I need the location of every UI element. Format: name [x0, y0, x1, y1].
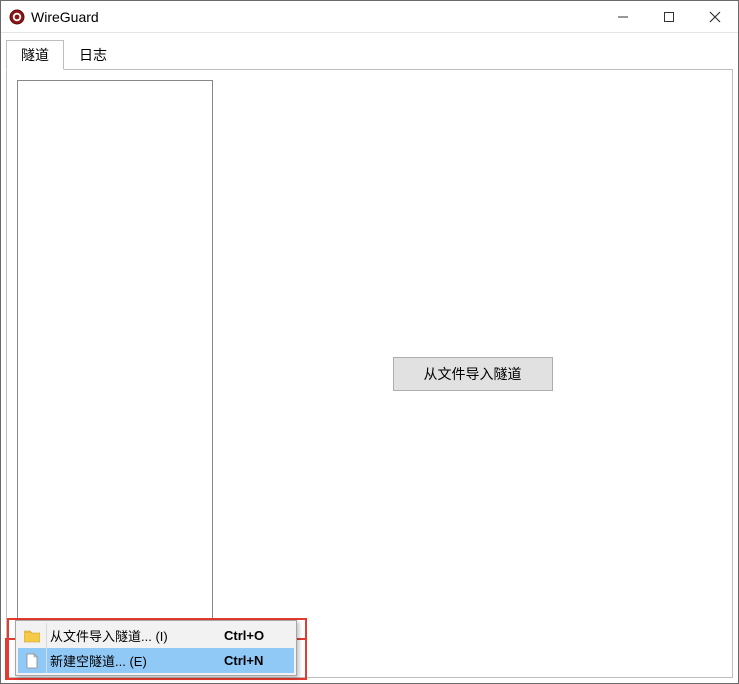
- menu-item-label: 新建空隧道... (E): [50, 651, 224, 670]
- folder-icon: [22, 626, 42, 646]
- tunnel-detail-pane: 从文件导入隧道: [223, 80, 722, 667]
- import-button-label: 从文件导入隧道: [424, 366, 522, 382]
- tab-tunnels[interactable]: 隧道: [6, 40, 64, 70]
- menu-import-from-file[interactable]: 从文件导入隧道... (I) Ctrl+O: [18, 623, 294, 648]
- menu-item-shortcut: Ctrl+N: [224, 653, 294, 668]
- tab-content: 从文件导入隧道 新建隧道: [6, 69, 733, 678]
- tab-logs[interactable]: 日志: [64, 40, 122, 70]
- titlebar: WireGuard: [1, 1, 738, 33]
- content-body: 从文件导入隧道: [7, 70, 732, 677]
- menu-gutter: [46, 623, 47, 673]
- app-icon: [9, 9, 25, 25]
- window-controls: [600, 1, 738, 32]
- menu-new-empty-tunnel[interactable]: 新建空隧道... (E) Ctrl+N: [18, 648, 294, 673]
- app-window: WireGuard 隧道 日志: [0, 0, 739, 684]
- tab-strip: 隧道 日志: [1, 33, 738, 69]
- close-icon: [709, 11, 721, 23]
- minimize-button[interactable]: [600, 1, 646, 32]
- tunnel-list[interactable]: [17, 80, 213, 667]
- maximize-button[interactable]: [646, 1, 692, 32]
- tab-label: 日志: [79, 47, 107, 63]
- maximize-icon: [663, 11, 675, 23]
- menu-item-label: 从文件导入隧道... (I): [50, 626, 224, 645]
- minimize-icon: [617, 11, 629, 23]
- add-tunnel-menu: 从文件导入隧道... (I) Ctrl+O 新建空隧道... (E) Ctrl+…: [15, 620, 297, 676]
- popup-anchor: 从文件导入隧道... (I) Ctrl+O 新建空隧道... (E) Ctrl+…: [15, 620, 297, 676]
- menu-item-shortcut: Ctrl+O: [224, 628, 294, 643]
- close-button[interactable]: [692, 1, 738, 32]
- window-title: WireGuard: [31, 9, 600, 25]
- import-from-file-button[interactable]: 从文件导入隧道: [393, 357, 553, 391]
- new-file-icon: [22, 651, 42, 671]
- tab-label: 隧道: [21, 47, 49, 63]
